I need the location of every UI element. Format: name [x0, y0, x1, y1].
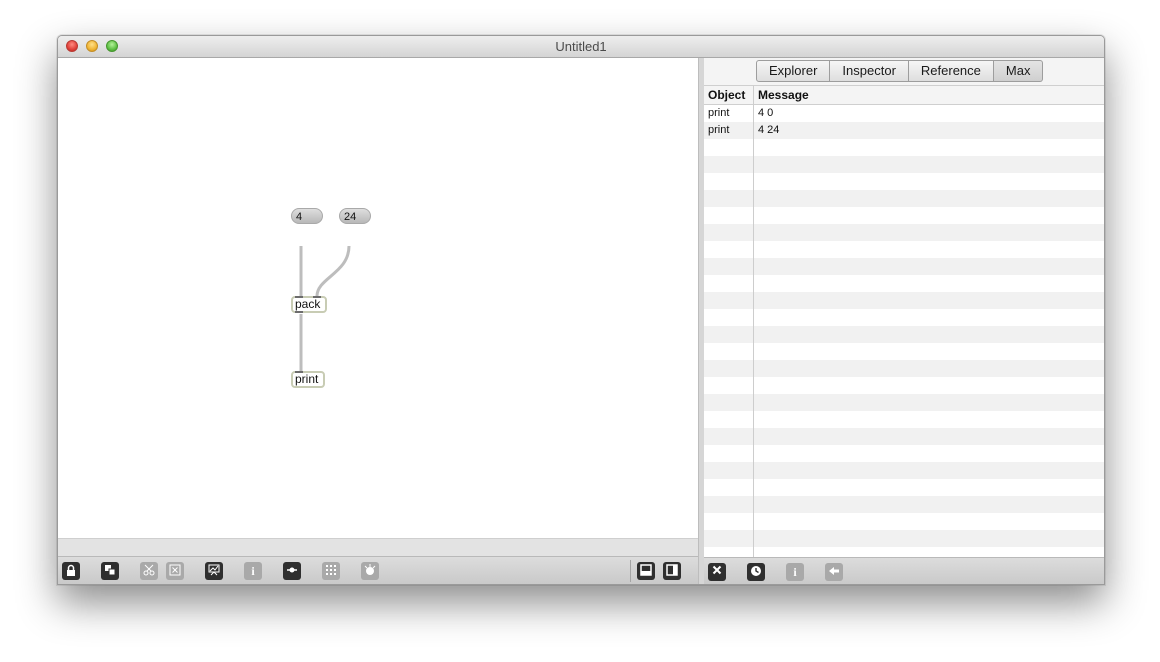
print-object-label: print: [295, 372, 319, 386]
pack-object-label: pack: [295, 297, 321, 311]
split-vertical-icon[interactable]: [663, 562, 681, 580]
tab-reference[interactable]: Reference: [908, 60, 994, 82]
tab-max[interactable]: Max: [993, 60, 1044, 82]
number-box-left[interactable]: 4: [291, 208, 323, 224]
print-object[interactable]: print: [291, 371, 325, 388]
patcher-canvas[interactable]: 4 24 pack print: [58, 58, 698, 538]
console-row-message: 4 24: [758, 124, 780, 136]
info-icon[interactable]: i: [786, 563, 804, 581]
tab-explorer[interactable]: Explorer: [756, 60, 831, 82]
horizontal-scrollbar[interactable]: [58, 538, 698, 557]
debug-icon[interactable]: [361, 562, 379, 580]
console-row[interactable]: print 4 24: [704, 122, 1104, 139]
console-row-message: 4 0: [758, 107, 774, 119]
back-arrow-icon[interactable]: [825, 563, 843, 581]
grid-icon[interactable]: [322, 562, 340, 580]
column-divider: [753, 85, 754, 557]
toolbar-divider: [630, 560, 631, 582]
tab-inspector[interactable]: Inspector: [830, 60, 909, 82]
object-palette-icon[interactable]: [283, 562, 301, 580]
max-console-sidebar: Explorer Inspector Reference Max Object …: [704, 58, 1104, 584]
title-bar[interactable]: Untitled1: [58, 36, 1104, 58]
lock-icon[interactable]: [62, 562, 80, 580]
cut-icon[interactable]: [140, 562, 158, 580]
clear-console-icon[interactable]: [708, 563, 726, 581]
info-icon[interactable]: i: [244, 562, 262, 580]
new-object-icon[interactable]: [101, 562, 119, 580]
console-message-list[interactable]: print 4 0 print 4 24: [704, 105, 1104, 557]
patcher-window: Untitled1 4 24 pack print i Explorer Ins…: [57, 35, 1105, 585]
split-horizontal-icon[interactable]: [637, 562, 655, 580]
pack-outlet[interactable]: [295, 311, 303, 313]
console-toolbar: i: [704, 557, 1104, 584]
sidebar-tabs: Explorer Inspector Reference Max: [756, 60, 1044, 82]
patch-cords: [299, 245, 351, 371]
window-title: Untitled1: [555, 39, 607, 54]
clear-icon[interactable]: [166, 562, 184, 580]
timestamp-icon[interactable]: [747, 563, 765, 581]
console-header: Object Message: [704, 85, 1104, 105]
column-header-message[interactable]: Message: [758, 88, 809, 102]
patcher-toolbar: i: [58, 556, 698, 584]
pack-right-inlet[interactable]: [313, 296, 321, 298]
console-row[interactable]: print 4 0: [704, 105, 1104, 122]
pack-left-inlet[interactable]: [295, 296, 303, 298]
number-box-right[interactable]: 24: [339, 208, 371, 224]
patch-cord-number-to-pack-right[interactable]: [315, 245, 351, 297]
column-header-object[interactable]: Object: [708, 88, 745, 102]
console-row-object: print: [708, 124, 730, 136]
console-row-object: print: [708, 107, 730, 119]
print-inlet[interactable]: [295, 371, 303, 373]
presentation-icon[interactable]: [205, 562, 223, 580]
